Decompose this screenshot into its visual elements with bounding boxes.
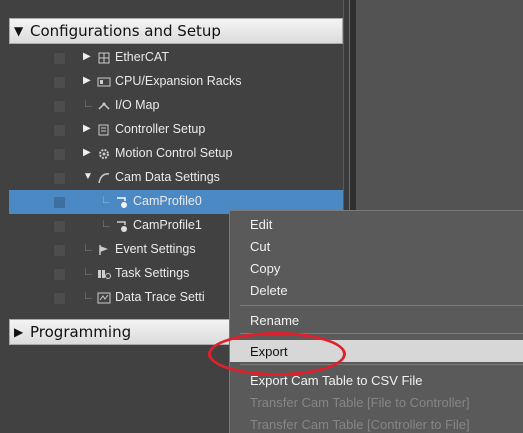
status-square — [54, 125, 65, 136]
context-menu: Edit Cut Copy Delete Rename Export Expor… — [229, 210, 523, 433]
status-square — [54, 245, 65, 256]
menu-item-label: Rename — [250, 312, 300, 328]
tree-item-label: Event Settings — [115, 242, 196, 256]
tree-item-label: Cam Data Settings — [115, 170, 220, 184]
status-square — [54, 221, 65, 232]
tree-connector-icon: ∟ — [101, 218, 112, 230]
tree-item-label: I/O Map — [115, 98, 160, 112]
tree-item-ethercat[interactable]: ▶ EtherCAT — [9, 46, 343, 70]
expand-right-icon: ▶ — [14, 325, 24, 339]
tree-connector-icon: ∟ — [101, 194, 112, 206]
cam-profile-icon — [115, 219, 129, 233]
tree-connector-icon: ∟ — [83, 290, 94, 302]
expand-right-icon[interactable]: ▶ — [83, 75, 93, 86]
menu-item-cut[interactable]: Cut — [230, 235, 523, 257]
tree-connector-icon: ∟ — [83, 242, 94, 254]
status-square — [54, 197, 65, 208]
expand-down-icon: ▼ — [14, 24, 24, 38]
tree-item-motion-control-setup[interactable]: ▶ Motion Control Setup — [9, 142, 343, 166]
tree-item-label: CPU/Expansion Racks — [115, 74, 242, 88]
controller-setup-icon — [97, 123, 111, 137]
expand-right-icon[interactable]: ▶ — [83, 51, 93, 62]
gear-icon — [97, 147, 111, 161]
status-square — [54, 269, 65, 280]
tree-item-label: Data Trace Setti — [115, 290, 205, 304]
configurations-section-header[interactable]: ▼ Configurations and Setup — [9, 18, 343, 44]
programming-section-label: Programming — [30, 323, 132, 341]
menu-item-rename[interactable]: Rename — [230, 309, 523, 331]
expand-down-icon[interactable]: ▼ — [83, 171, 93, 182]
flag-icon — [97, 243, 111, 257]
menu-item-label: Copy — [250, 260, 281, 276]
task-icon — [97, 267, 111, 281]
cam-curve-icon — [97, 171, 111, 185]
tree-item-label: Controller Setup — [115, 122, 206, 136]
status-square — [54, 149, 65, 160]
status-square — [54, 173, 65, 184]
tree-item-cam-data-settings[interactable]: ▼ Cam Data Settings — [9, 166, 343, 190]
tree-item-controller-setup[interactable]: ▶ Controller Setup — [9, 118, 343, 142]
menu-item-label: Transfer Cam Table [Controller to File] — [250, 416, 470, 432]
tree-item-io-map[interactable]: ∟ I/O Map — [9, 94, 343, 118]
configurations-section-label: Configurations and Setup — [30, 22, 221, 40]
menu-item-delete[interactable]: Delete — [230, 279, 523, 301]
menu-item-edit[interactable]: Edit — [230, 213, 523, 235]
menu-item-label: Delete — [250, 282, 288, 298]
tree-item-label: CamProfile1 — [133, 218, 202, 232]
tree-connector-icon: ∟ — [83, 98, 94, 110]
menu-item-transfer-to-controller: Transfer Cam Table [File to Controller] — [230, 391, 523, 413]
status-square — [54, 293, 65, 304]
tree-item-label: Task Settings — [115, 266, 190, 280]
rack-icon — [97, 75, 111, 89]
tree-item-cpu-racks[interactable]: ▶ CPU/Expansion Racks — [9, 70, 343, 94]
io-map-icon — [97, 99, 111, 113]
status-square — [54, 77, 65, 88]
menu-separator — [240, 305, 523, 306]
menu-item-transfer-to-file: Transfer Cam Table [Controller to File] — [230, 413, 523, 433]
highlight-ellipse — [208, 332, 346, 376]
ethercat-network-icon — [97, 51, 111, 65]
menu-item-label: Transfer Cam Table [File to Controller] — [250, 394, 470, 410]
data-trace-icon — [97, 291, 111, 305]
tree-item-label: EtherCAT — [115, 50, 169, 64]
tree-item-label: Motion Control Setup — [115, 146, 233, 160]
menu-item-copy[interactable]: Copy — [230, 257, 523, 279]
status-square — [54, 101, 65, 112]
menu-item-label: Edit — [250, 216, 273, 232]
tree-item-label: CamProfile0 — [133, 194, 202, 208]
tree-connector-icon: ∟ — [83, 266, 94, 278]
expand-right-icon[interactable]: ▶ — [83, 123, 93, 134]
menu-item-label: Cut — [250, 238, 271, 254]
cam-profile-icon — [115, 195, 129, 209]
expand-right-icon[interactable]: ▶ — [83, 147, 93, 158]
status-square — [54, 53, 65, 64]
